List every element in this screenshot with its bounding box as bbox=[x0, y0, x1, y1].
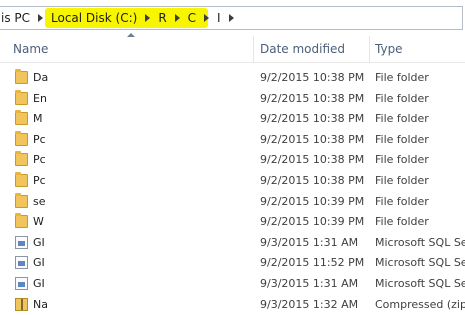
file-row[interactable]: Na 9/3/2015 1:32 AM Compressed (zipp bbox=[0, 295, 465, 315]
file-date-modified: 9/2/2015 10:39 PM bbox=[260, 194, 365, 208]
file-type: Compressed (zipp bbox=[375, 297, 465, 311]
folder-icon bbox=[15, 69, 28, 84]
file-date-modified: 9/3/2015 1:32 AM bbox=[260, 297, 359, 311]
crumb-i[interactable]: I bbox=[217, 11, 221, 25]
file-type: File folder bbox=[375, 153, 429, 167]
file-type: Microsoft SQL Ser bbox=[375, 235, 465, 249]
file-type: File folder bbox=[375, 215, 429, 229]
sql-file-icon bbox=[15, 256, 28, 270]
file-row[interactable]: GI 9/3/2015 1:31 AM Microsoft SQL Ser bbox=[0, 274, 465, 295]
folder-icon bbox=[15, 171, 28, 187]
breadcrumb: is PC Local Disk (C:) R C I bbox=[0, 7, 242, 29]
crumb-local-disk[interactable]: Local Disk (C:) bbox=[51, 11, 137, 25]
crumb-c[interactable]: C bbox=[188, 11, 196, 25]
chevron-right-icon[interactable] bbox=[174, 14, 180, 22]
file-date-modified: 9/2/2015 11:52 PM bbox=[260, 256, 365, 270]
chevron-right-icon[interactable] bbox=[228, 14, 234, 22]
file-type: File folder bbox=[375, 91, 429, 105]
column-divider[interactable] bbox=[253, 36, 254, 62]
file-row[interactable]: Pc 9/2/2015 10:38 PM File folder bbox=[0, 130, 465, 151]
chevron-right-icon[interactable] bbox=[145, 14, 151, 22]
file-row[interactable]: M 9/2/2015 10:38 PM File folder bbox=[0, 109, 465, 130]
file-date-modified: 9/2/2015 10:38 PM bbox=[260, 71, 365, 84]
file-date-modified: 9/3/2015 1:31 AM bbox=[260, 276, 359, 290]
folder-icon bbox=[15, 89, 28, 105]
file-type: File folder bbox=[375, 194, 429, 208]
folder-icon bbox=[15, 151, 28, 167]
file-type: Microsoft SQL Ser bbox=[375, 276, 465, 290]
chevron-right-icon[interactable] bbox=[38, 14, 44, 22]
column-header-type[interactable]: Type bbox=[375, 42, 403, 56]
file-name: W bbox=[33, 215, 44, 229]
file-row[interactable]: GI 9/3/2015 1:31 AM Microsoft SQL Ser bbox=[0, 233, 465, 254]
sort-ascending-icon bbox=[127, 33, 135, 37]
file-name: Na bbox=[33, 297, 48, 311]
file-type: File folder bbox=[375, 173, 429, 187]
sql-file-icon bbox=[15, 276, 28, 290]
file-list: Da 9/2/2015 10:38 PM File folder En 9/2/2015… bbox=[0, 68, 465, 315]
file-name: GI bbox=[33, 235, 45, 249]
file-name: Da bbox=[33, 71, 48, 84]
crumb-r[interactable]: R bbox=[158, 11, 166, 25]
file-row[interactable]: se 9/2/2015 10:39 PM File folder bbox=[0, 192, 465, 213]
file-row[interactable]: Pc 9/2/2015 10:38 PM File folder bbox=[0, 150, 465, 171]
file-row[interactable]: Pc 9/2/2015 10:38 PM File folder bbox=[0, 171, 465, 192]
file-row[interactable]: Da 9/2/2015 10:38 PM File folder bbox=[0, 68, 465, 89]
zip-file-icon bbox=[15, 297, 28, 311]
chevron-right-icon[interactable] bbox=[204, 14, 210, 22]
file-date-modified: 9/2/2015 10:38 PM bbox=[260, 132, 365, 146]
folder-icon bbox=[15, 213, 28, 229]
file-type: Microsoft SQL Ser bbox=[375, 256, 465, 270]
file-date-modified: 9/2/2015 10:39 PM bbox=[260, 215, 365, 229]
file-row[interactable]: W 9/2/2015 10:39 PM File folder bbox=[0, 212, 465, 233]
file-name: Pc bbox=[33, 132, 46, 146]
file-name: GI bbox=[33, 276, 45, 290]
file-name: se bbox=[33, 194, 46, 208]
file-name: Pc bbox=[33, 173, 46, 187]
address-bar[interactable]: is PC Local Disk (C:) R C I bbox=[0, 6, 463, 30]
file-date-modified: 9/2/2015 10:38 PM bbox=[260, 173, 365, 187]
column-header-date-modified[interactable]: Date modified bbox=[260, 42, 345, 56]
column-divider[interactable] bbox=[369, 36, 370, 62]
file-name: Pc bbox=[33, 153, 46, 167]
folder-icon bbox=[15, 110, 28, 126]
folder-icon bbox=[15, 130, 28, 146]
file-date-modified: 9/3/2015 1:31 AM bbox=[260, 235, 359, 249]
file-name: En bbox=[33, 91, 47, 105]
file-name: GI bbox=[33, 256, 45, 270]
file-name: M bbox=[33, 112, 43, 126]
file-date-modified: 9/2/2015 10:38 PM bbox=[260, 112, 365, 126]
file-type: File folder bbox=[375, 132, 429, 146]
file-type: File folder bbox=[375, 112, 429, 126]
file-row[interactable]: En 9/2/2015 10:38 PM File folder bbox=[0, 89, 465, 110]
column-header-row: Name Date modified Type bbox=[0, 33, 465, 63]
column-header-name[interactable]: Name bbox=[13, 42, 48, 56]
file-row[interactable]: GI 9/2/2015 11:52 PM Microsoft SQL Ser bbox=[0, 253, 465, 274]
crumb-this-pc[interactable]: is PC bbox=[1, 11, 30, 25]
sql-file-icon bbox=[15, 235, 28, 249]
file-date-modified: 9/2/2015 10:38 PM bbox=[260, 91, 365, 105]
folder-icon bbox=[15, 192, 28, 208]
file-date-modified: 9/2/2015 10:38 PM bbox=[260, 153, 365, 167]
file-type: File folder bbox=[375, 71, 429, 84]
